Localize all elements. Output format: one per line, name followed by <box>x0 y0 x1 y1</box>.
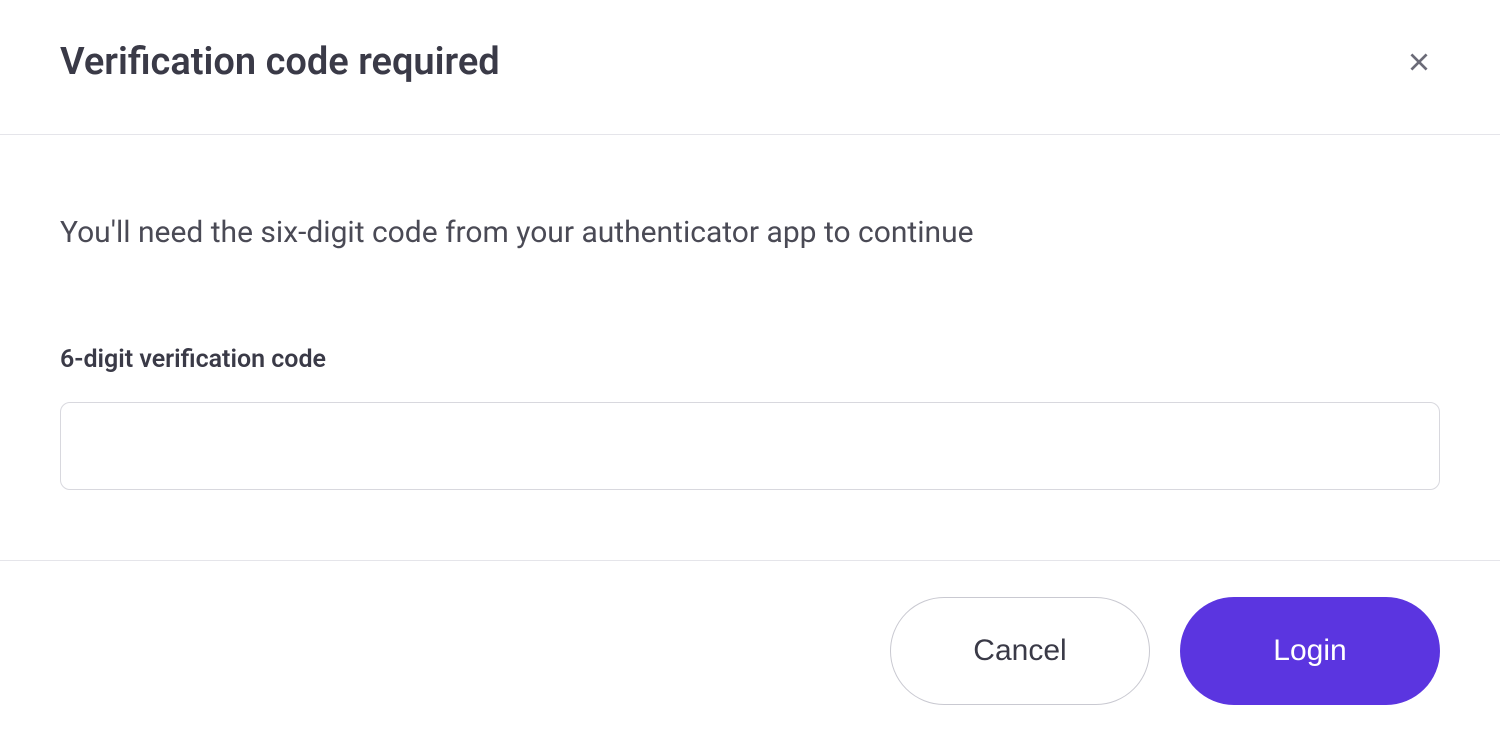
login-button[interactable]: Login <box>1180 597 1440 705</box>
modal-footer: Cancel Login <box>0 560 1500 741</box>
modal-body: You'll need the six-digit code from your… <box>0 135 1500 560</box>
code-field-label: 6-digit verification code <box>60 345 1440 374</box>
modal-title: Verification code required <box>60 40 500 84</box>
verification-code-input[interactable] <box>60 402 1440 490</box>
close-icon <box>1406 49 1432 75</box>
cancel-button[interactable]: Cancel <box>890 597 1150 705</box>
close-button[interactable] <box>1398 41 1440 83</box>
description-text: You'll need the six-digit code from your… <box>60 215 1440 250</box>
modal-header: Verification code required <box>0 0 1500 135</box>
